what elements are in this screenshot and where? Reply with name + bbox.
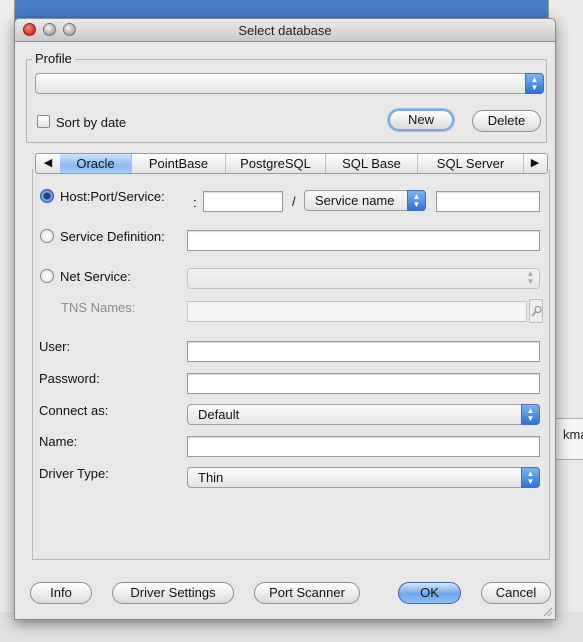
service-definition-field[interactable]: [187, 230, 540, 251]
sort-by-date-label: Sort by date: [56, 115, 127, 130]
tab-content-pane: [32, 169, 550, 560]
tab-sql-server[interactable]: SQL Server: [418, 154, 524, 173]
tab-scroll-left-icon[interactable]: ◀: [38, 154, 58, 173]
host-port-service-label: Host:Port/Service:: [60, 189, 165, 204]
tns-names-field[interactable]: [187, 301, 527, 322]
profile-select-stepper-icon: ▲ ▼: [525, 73, 544, 94]
slash-separator: /: [292, 194, 296, 209]
cancel-button[interactable]: Cancel: [481, 582, 551, 604]
port-scanner-button[interactable]: Port Scanner: [254, 582, 360, 604]
user-label: User:: [39, 339, 71, 354]
resize-grip-icon[interactable]: [543, 607, 553, 617]
service-type-value: Service name: [315, 193, 395, 208]
service-type-select[interactable]: Service name ▲ ▼: [304, 190, 426, 211]
net-service-select[interactable]: ▲ ▼: [187, 268, 540, 289]
tab-postgresql[interactable]: PostgreSQL: [226, 154, 326, 173]
password-field[interactable]: [187, 373, 540, 394]
name-field[interactable]: [187, 436, 540, 457]
driver-type-value: Thin: [198, 470, 224, 485]
window-title: Select database: [238, 23, 332, 38]
user-field[interactable]: [187, 341, 540, 362]
background-partial-text: kma: [563, 427, 583, 442]
background-window-left-edge: [0, 0, 15, 642]
ok-button[interactable]: OK: [398, 582, 461, 604]
magnifier-icon: [531, 305, 542, 317]
database-tab-bar: ◀ Oracle PointBase PostgreSQL SQL Base S…: [35, 153, 548, 174]
driver-type-stepper-icon: ▲ ▼: [521, 467, 540, 488]
tns-names-label: TNS Names:: [61, 300, 136, 315]
tab-oracle[interactable]: Oracle: [60, 154, 132, 173]
service-definition-label: Service Definition:: [60, 229, 165, 244]
delete-profile-button[interactable]: Delete: [472, 110, 541, 132]
connect-as-select[interactable]: Default ▲ ▼: [187, 404, 540, 425]
sort-by-date-checkbox[interactable]: [37, 115, 50, 128]
profile-select[interactable]: ▲ ▼: [35, 73, 544, 94]
title-bar[interactable]: Select database: [15, 19, 555, 42]
driver-settings-button[interactable]: Driver Settings: [112, 582, 234, 604]
colon-separator: :: [193, 195, 197, 210]
tab-pointbase[interactable]: PointBase: [132, 154, 226, 173]
info-button[interactable]: Info: [30, 582, 92, 604]
profile-legend: Profile: [32, 51, 75, 66]
new-profile-button[interactable]: New: [388, 109, 454, 131]
tab-sql-base[interactable]: SQL Base: [326, 154, 418, 173]
tab-scroll-right-icon[interactable]: ▶: [525, 154, 545, 173]
net-service-stepper-icon: ▲ ▼: [526, 269, 535, 286]
tns-names-browse-button[interactable]: [529, 299, 543, 323]
driver-type-label: Driver Type:: [39, 466, 109, 481]
name-label: Name:: [39, 434, 78, 449]
password-label: Password:: [39, 371, 100, 386]
host-port-service-radio[interactable]: [40, 189, 54, 203]
connect-as-label: Connect as:: [39, 403, 109, 418]
connect-as-value: Default: [198, 407, 240, 422]
service-type-stepper-icon: ▲ ▼: [407, 190, 426, 211]
net-service-radio[interactable]: [40, 269, 54, 283]
select-database-dialog: Select database Profile ▲ ▼ Sort by date …: [14, 18, 556, 620]
profile-group: [26, 59, 547, 143]
service-field[interactable]: [436, 191, 540, 212]
net-service-label: Net Service:: [60, 269, 131, 284]
host-field[interactable]: [203, 191, 283, 212]
service-definition-radio[interactable]: [40, 229, 54, 243]
driver-type-select[interactable]: Thin ▲ ▼: [187, 467, 540, 488]
connect-as-stepper-icon: ▲ ▼: [521, 404, 540, 425]
